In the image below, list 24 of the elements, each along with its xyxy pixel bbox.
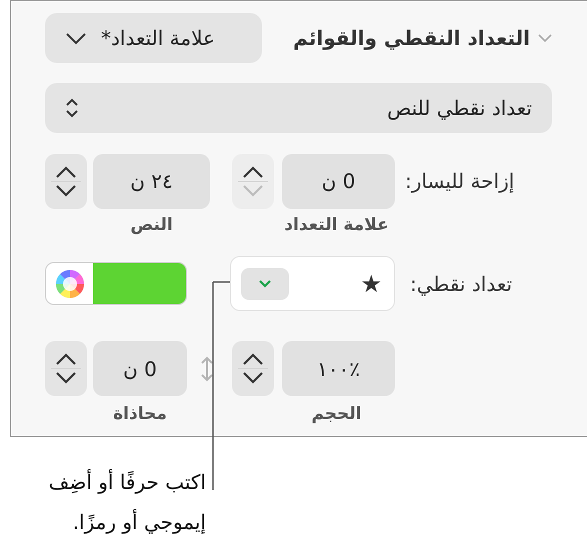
updown-icon bbox=[65, 97, 79, 119]
chevron-icon bbox=[258, 279, 272, 288]
size-field[interactable]: ٪١٠٠ bbox=[282, 341, 395, 396]
bullet-symbol-field[interactable]: ★ bbox=[230, 256, 395, 311]
chevron-icon bbox=[65, 32, 87, 44]
field-caption: علامة التعداد bbox=[283, 215, 390, 237]
section-title: التعداد النقطي والقوائم bbox=[293, 26, 530, 50]
text-indent-field[interactable]: ٢٤ ن bbox=[93, 154, 210, 208]
list-type-popup[interactable]: تعداد نقطي للنص bbox=[45, 83, 552, 133]
bullet-style-popup[interactable]: علامة التعداد* bbox=[45, 13, 262, 63]
alignment-field[interactable]: 0 ن bbox=[93, 341, 187, 396]
indent-label: إزاحة لليسار: bbox=[405, 169, 514, 193]
field-caption: محاذاة bbox=[112, 404, 168, 426]
bullet-label: تعداد نقطي: bbox=[410, 272, 512, 296]
color-well[interactable] bbox=[45, 262, 187, 305]
bullet-indent-field[interactable]: 0 ن bbox=[282, 154, 395, 208]
field-caption: النص bbox=[129, 215, 174, 237]
callout-text: اكتب حرفًا أو أضِف إيموجي أو رمزًا. bbox=[48, 468, 206, 536]
vertical-arrows-icon bbox=[201, 354, 213, 382]
field-caption: الحجم bbox=[310, 404, 363, 426]
color-wheel-icon bbox=[54, 268, 84, 298]
stepper[interactable] bbox=[232, 341, 274, 396]
stepper[interactable] bbox=[45, 154, 87, 208]
stepper[interactable] bbox=[45, 341, 87, 396]
